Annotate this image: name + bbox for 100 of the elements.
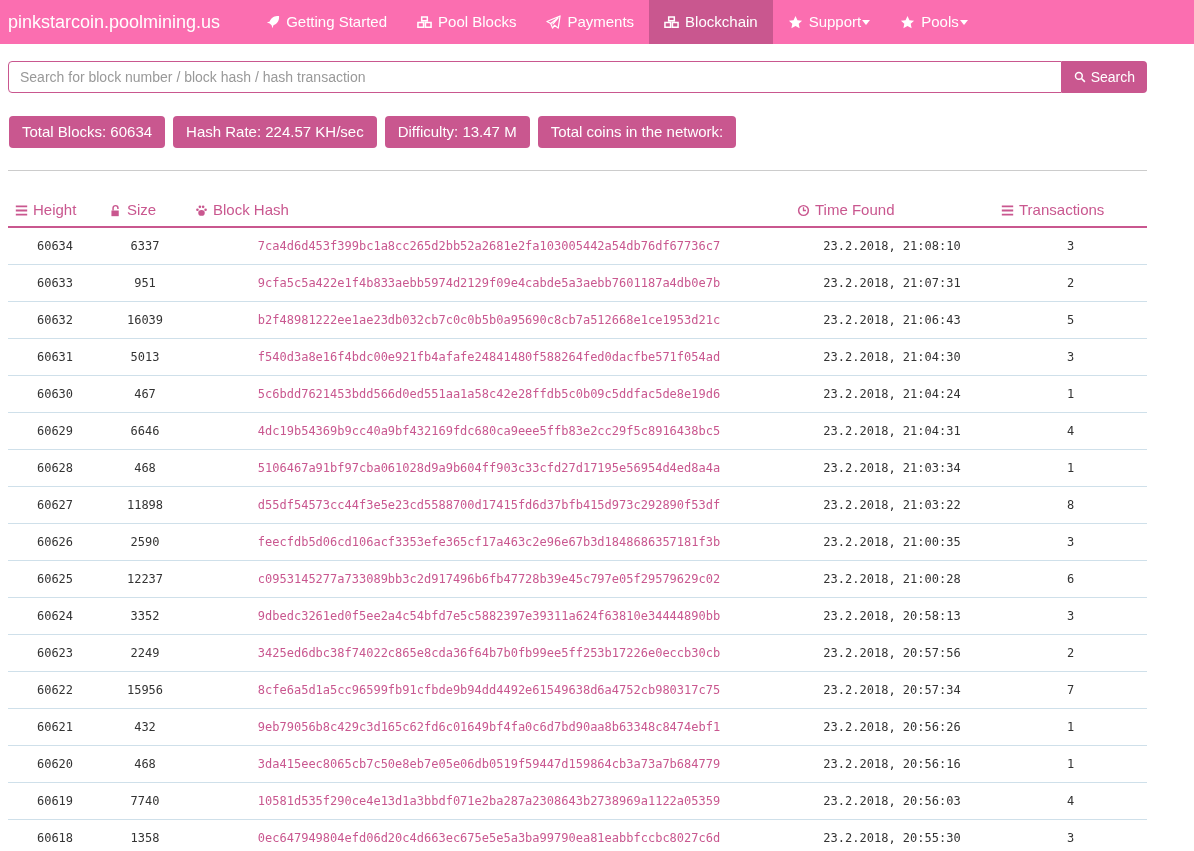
table-cell-text: 60621 (35, 719, 75, 736)
block-hash-link[interactable]: 3da415eec8065cb7c50e8eb7e05e06db0519f59447d159864cb3a73a7b684779 (188, 755, 790, 773)
table-cell-text: 8 (1065, 497, 1076, 514)
table-cell-text: 60628 (35, 460, 75, 477)
table-cell-text: 60624 (35, 608, 75, 625)
table-cell-text: 3 (1065, 534, 1076, 551)
nav-tab[interactable]: Payments (531, 0, 650, 44)
rocket-icon (265, 14, 281, 30)
block-hash-link[interactable]: 5106467a91bf97cba061028d9a9b604ff903c33cfd27d17195e56954d4ed8a4a (188, 459, 790, 477)
table-cell-text: 23.2.2018, 21:03:34 (822, 460, 962, 477)
table-cell-text: 23.2.2018, 21:00:28 (822, 571, 962, 588)
search-button[interactable]: Search (1061, 61, 1147, 93)
cubes-icon (664, 14, 680, 30)
stat-badge: Difficulty: 13.47 M (384, 116, 530, 148)
nav-tab[interactable]: Blockchain (649, 0, 773, 44)
table-cell-text: 23.2.2018, 20:57:34 (822, 682, 962, 699)
table-cell-text: 4 (1065, 793, 1076, 810)
table-cell-text: 1 (1065, 386, 1076, 403)
table-cell-text: 7 (1065, 682, 1076, 699)
stat-badge: Total Blocks: 60634 (9, 116, 166, 148)
table-cell-text: 60625 (35, 571, 75, 588)
table-cell-text: 60629 (35, 423, 75, 440)
block-hash-link[interactable]: 9cfa5c5a422e1f4b833aebb5974d2129f09e4cabde5a3aebb7601187a4db0e7b (188, 274, 790, 292)
table-cell-text: 60618 (35, 830, 75, 847)
table-cell-text: 16039 (125, 312, 165, 329)
search-icon (1073, 71, 1086, 83)
table-cell-text: 23.2.2018, 21:06:43 (822, 312, 962, 329)
table-cell-text: 5 (1065, 312, 1076, 329)
list-icon (1001, 204, 1014, 217)
column-header: Time Found (790, 195, 994, 226)
table-cell-text: 60622 (35, 682, 75, 699)
search-field[interactable]: Search for block number / block hash / hash transaction (8, 61, 1062, 93)
table-cell-text: 60626 (35, 534, 75, 551)
table-cell-text: 5013 (129, 349, 161, 366)
stat-badge: Hash Rate: 224.57 KH/sec (173, 116, 377, 148)
paw-icon (195, 204, 208, 217)
table-cell-text: 6646 (129, 423, 161, 440)
table-cell-text: 1 (1065, 460, 1076, 477)
nav-tab[interactable]: Pool Blocks (402, 0, 532, 44)
block-hash-link[interactable]: 4dc19b54369b9cc40a9bf432169fdc680ca9eee5ffb83e2cc29f5c8916438bc5 (188, 422, 790, 440)
table-cell-text: 60623 (35, 645, 75, 662)
table-cell-text: 23.2.2018, 21:07:31 (822, 275, 962, 292)
column-header: Height (8, 195, 102, 226)
table-cell-text: 467 (133, 386, 157, 403)
table-cell-text: 432 (133, 719, 157, 736)
caret-icon (862, 19, 871, 25)
block-hash-link[interactable]: 0ec647949804efd06d20c4d663ec675e5e5a3ba99790ea81eabbfccbc8027c6d (188, 829, 790, 847)
table-cell-text: 2 (1065, 275, 1076, 292)
table-cell-text: 23.2.2018, 21:03:22 (822, 497, 962, 514)
table-cell-text: 951 (133, 275, 157, 292)
star-icon (900, 14, 916, 30)
table-cell-text: 3 (1065, 238, 1076, 255)
clock-icon (797, 204, 810, 217)
table-cell-text: 468 (133, 756, 157, 773)
block-hash-link[interactable]: c0953145277a733089bb3c2d917496b6fb47728b39e45c797e05f29579629c02 (188, 570, 790, 588)
table-cell-text: 60630 (35, 386, 75, 403)
table-cell-text: 60631 (35, 349, 75, 366)
block-hash-link[interactable]: 5c6bdd7621453bdd566d0ed551aa1a58c42e28ffdb5c0b09c5ddfac5de8e19d6 (188, 385, 790, 403)
block-hash-link[interactable]: 3425ed6dbc38f74022c865e8cda36f64b7b0fb99ee5ff253b17226e0eccb30cb (188, 644, 790, 662)
block-hash-link[interactable]: 8cfe6a5d1a5cc96599fb91cfbde9b94dd4492e61549638d6a4752cb980317c75 (188, 681, 790, 699)
block-hash-link[interactable]: 9dbedc3261ed0f5ee2a4c54bfd7e5c5882397e39311a624f63810e34444890bb (188, 607, 790, 625)
block-hash-link[interactable]: d55df54573cc44f3e5e23cd5588700d17415fd6d37bfb415d973c292890f53df (188, 496, 790, 514)
table-cell-text: 23.2.2018, 21:08:10 (822, 238, 962, 255)
table-cell-text: 23.2.2018, 20:56:16 (822, 756, 962, 773)
table-cell-text: 60632 (35, 312, 75, 329)
block-hash-link[interactable]: f540d3a8e16f4bdc00e921fb4afafe24841480f588264fed0dacfbe571f054ad (188, 348, 790, 366)
table-cell-text: 11898 (125, 497, 165, 514)
table-cell-text: 1 (1065, 719, 1076, 736)
cubes-icon (417, 14, 433, 30)
table-cell-text: 60633 (35, 275, 75, 292)
table-cell-text: 60634 (35, 238, 75, 255)
table-cell-text: 468 (133, 460, 157, 477)
nav-tab[interactable]: Pools (885, 0, 983, 44)
table-cell-text: 6337 (129, 238, 161, 255)
table-cell-text: 23.2.2018, 21:04:31 (822, 423, 962, 440)
caret-icon (959, 19, 968, 25)
block-hash-link[interactable]: 7ca4d6d453f399bc1a8cc265d2bb52a2681e2fa103005442a54db76df67736c7 (188, 237, 790, 255)
table-cell-text: 23.2.2018, 20:56:03 (822, 793, 962, 810)
table-cell-text: 1358 (129, 830, 161, 847)
block-hash-link[interactable]: b2f48981222ee1ae23db032cb7c0c0b5b0a95690c8cb7a512668e1ce1953d21c (188, 311, 790, 329)
brand-link[interactable]: pinkstarcoin.poolmining.us (0, 0, 251, 44)
nav-tab[interactable]: Support (772, 0, 886, 44)
table-cell-text: 60627 (35, 497, 75, 514)
nav-tab[interactable]: Getting Started (250, 0, 403, 44)
table-cell-text: 4 (1065, 423, 1076, 440)
table-cell-text: 23.2.2018, 20:57:56 (822, 645, 962, 662)
table-cell-text: 3 (1065, 349, 1076, 366)
table-cell-text: 2249 (129, 645, 161, 662)
table-cell-text: 3 (1065, 830, 1076, 847)
stat-badge: Total coins in the network: (537, 116, 737, 148)
table-cell-text: 15956 (125, 682, 165, 699)
table-cell-text: 60620 (35, 756, 75, 773)
column-header: Block Hash (188, 195, 790, 226)
table-cell-text: 3352 (129, 608, 161, 625)
table-cell-text: 23.2.2018, 20:56:26 (822, 719, 962, 736)
table-cell-text: 23.2.2018, 20:55:30 (822, 830, 962, 847)
lock-icon (109, 204, 122, 217)
block-hash-link[interactable]: feecfdb5d06cd106acf3353efe365cf17a463c2e96e67b3d1848686357181f3b (188, 533, 790, 551)
block-hash-link[interactable]: 10581d535f290ce4e13d1a3bbdf071e2ba287a2308643b2738969a1122a05359 (188, 792, 790, 810)
block-hash-link[interactable]: 9eb79056b8c429c3d165c62fd6c01649bf4fa0c6d7bd90aa8b63348c8474ebf1 (188, 718, 790, 736)
